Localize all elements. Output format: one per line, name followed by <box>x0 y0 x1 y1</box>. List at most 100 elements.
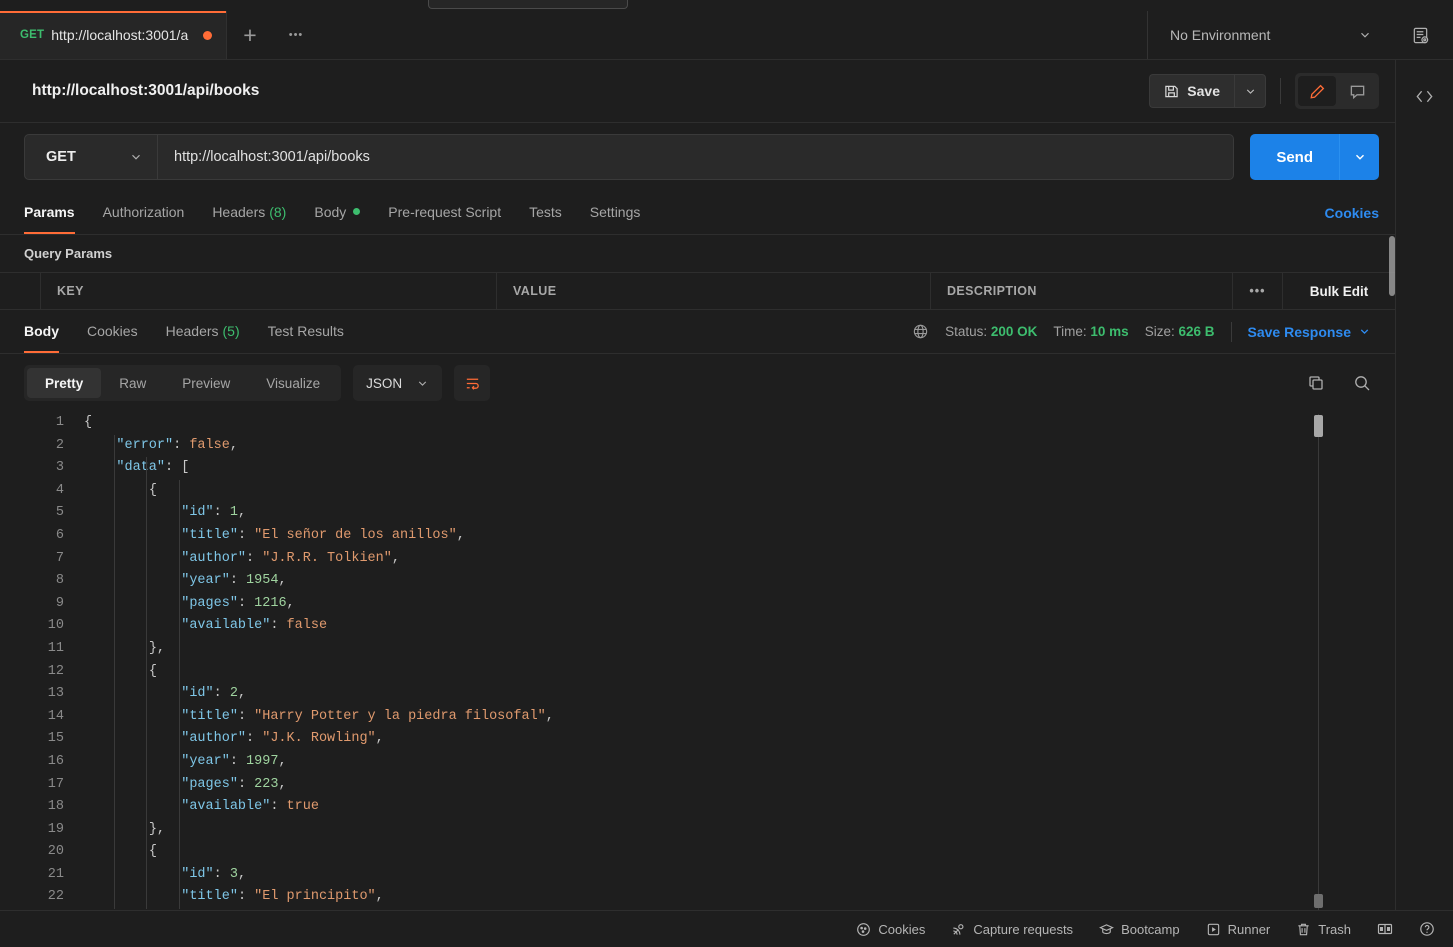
tab-tests[interactable]: Tests <box>529 191 562 234</box>
response-tabs: Body Cookies Headers (5) Test Results St… <box>0 310 1395 354</box>
response-body-viewer[interactable]: 1 2 3 4 5 6 7 8 9 10 11 12 13 14 15 16 17 18 19 20 21 22 { "e… <box>0 412 1395 910</box>
line-number: 10 <box>47 618 64 634</box>
floppy-disk-icon <box>1164 84 1179 99</box>
view-mode-preview[interactable]: Preview <box>164 368 248 398</box>
line-number: 8 <box>55 573 64 589</box>
tab-body[interactable]: Body <box>314 191 361 234</box>
save-response-button[interactable]: Save Response <box>1248 324 1372 340</box>
request-cookies-link[interactable]: Cookies <box>1325 205 1379 221</box>
view-mode-pretty[interactable]: Pretty <box>27 368 102 398</box>
code-token: "El señor de los anillos" <box>254 527 457 543</box>
two-pane-layout-icon <box>1377 921 1393 937</box>
word-wrap-button[interactable] <box>454 365 491 401</box>
response-scrollbar-end-marker[interactable] <box>1314 894 1323 908</box>
line-number: 7 <box>55 550 64 566</box>
tab-options-button[interactable]: ••• <box>273 11 319 59</box>
response-format-selector[interactable]: JSON <box>353 365 443 401</box>
time-group: Time: 10 ms <box>1053 324 1128 339</box>
code-token: , <box>237 686 247 702</box>
bulk-edit-button[interactable]: Bulk Edit <box>1283 273 1395 309</box>
chevron-down-icon <box>416 377 429 390</box>
send-options-button[interactable] <box>1339 134 1379 180</box>
response-tab-headers[interactable]: Headers (5) <box>166 310 240 353</box>
line-number: 19 <box>47 821 64 837</box>
tab-params[interactable]: Params <box>24 191 75 234</box>
line-number: 12 <box>47 663 64 679</box>
bottom-capture-requests-button[interactable]: Capture requests <box>951 922 1073 937</box>
search-icon[interactable] <box>1353 374 1371 392</box>
tab-settings[interactable]: Settings <box>590 191 641 234</box>
unsaved-changes-dot-icon <box>203 30 212 40</box>
cookie-icon <box>856 922 871 937</box>
code-token: { <box>148 844 157 860</box>
params-more-options-button[interactable]: ••• <box>1233 273 1283 309</box>
bottom-cookies-button[interactable]: Cookies <box>856 922 925 937</box>
chevron-down-icon <box>129 150 143 164</box>
code-line: "available": true <box>84 796 1395 819</box>
code-token: : <box>246 731 263 747</box>
request-tab[interactable]: GET http://localhost:3001/a <box>0 11 227 59</box>
tab-label: Params <box>24 203 75 220</box>
time-label: Time: <box>1053 324 1087 339</box>
url-input[interactable]: http://localhost:3001/api/books <box>158 135 1233 179</box>
trash-icon <box>1296 922 1311 937</box>
response-scrollbar-track[interactable] <box>1318 414 1319 910</box>
tab-label: Tests <box>529 203 562 220</box>
line-number: 18 <box>47 799 64 815</box>
environment-selector[interactable]: No Environment <box>1148 11 1388 59</box>
code-token: : <box>213 686 230 702</box>
environment-quick-look-icon[interactable] <box>1388 11 1453 59</box>
bottom-trash-button[interactable]: Trash <box>1296 922 1351 937</box>
code-token: , <box>278 776 287 792</box>
view-mode-visualize[interactable]: Visualize <box>248 368 338 398</box>
response-tab-cookies[interactable]: Cookies <box>87 310 138 353</box>
request-pane-scrollbar-thumb[interactable] <box>1389 236 1395 296</box>
response-view-mode-group: Pretty Raw Preview Visualize <box>24 365 342 401</box>
tab-label: Authorization <box>102 203 185 220</box>
url-bar: GET http://localhost:3001/api/books Send <box>0 123 1395 191</box>
code-snippet-icon[interactable] <box>1414 86 1435 107</box>
status-badge: 200 OK <box>990 324 1038 339</box>
bottom-bootcamp-button[interactable]: Bootcamp <box>1099 922 1180 937</box>
save-response-label: Save Response <box>1247 323 1352 340</box>
save-button[interactable]: Save <box>1149 74 1234 108</box>
bottom-runner-button[interactable]: Runner <box>1206 922 1270 937</box>
bottom-item-label: Cookies <box>878 921 926 937</box>
layout-toggle-button[interactable] <box>1377 921 1393 937</box>
new-tab-button[interactable]: + <box>227 11 273 59</box>
edit-comment-toggle-group <box>1295 73 1379 109</box>
code-token: "year" <box>181 753 230 769</box>
response-tab-body[interactable]: Body <box>24 310 59 353</box>
response-tab-test-results[interactable]: Test Results <box>268 310 344 353</box>
http-method-selector[interactable]: GET <box>25 135 158 179</box>
code-token: : <box>229 573 247 589</box>
response-scrollbar-thumb[interactable] <box>1314 415 1323 437</box>
view-mode-raw[interactable]: Raw <box>101 368 164 398</box>
code-token: 2 <box>229 686 238 702</box>
save-options-button[interactable] <box>1234 74 1266 108</box>
time-value: 10 ms <box>1090 324 1129 339</box>
copy-icon[interactable] <box>1307 374 1325 392</box>
headers-count-badge: (8) <box>269 203 287 220</box>
code-token: 223 <box>254 776 279 792</box>
tab-pre-request-script[interactable]: Pre-request Script <box>388 191 501 234</box>
comment-mode-button[interactable] <box>1338 76 1376 106</box>
edit-mode-button[interactable] <box>1298 76 1336 106</box>
code-token: "El principito" <box>254 889 376 905</box>
column-header-description: DESCRIPTION <box>931 273 1233 309</box>
help-button[interactable] <box>1419 921 1435 937</box>
toolbar-divider <box>1280 78 1281 104</box>
code-token: "author" <box>181 731 247 747</box>
code-line: "pages": 1216, <box>84 593 1395 616</box>
line-number: 3 <box>55 460 64 476</box>
request-tabs: Params Authorization Headers (8) Body Pr… <box>0 191 1395 235</box>
send-button[interactable]: Send <box>1250 134 1339 180</box>
tab-authorization[interactable]: Authorization <box>103 191 185 234</box>
window-top-sliver <box>0 0 1453 11</box>
select-all-cell[interactable] <box>0 273 41 309</box>
code-token: : <box>246 550 263 566</box>
tab-headers[interactable]: Headers (8) <box>212 191 286 234</box>
code-token: "id" <box>181 866 214 882</box>
code-line: { <box>84 480 1395 503</box>
size-label: Size: <box>1144 324 1175 339</box>
